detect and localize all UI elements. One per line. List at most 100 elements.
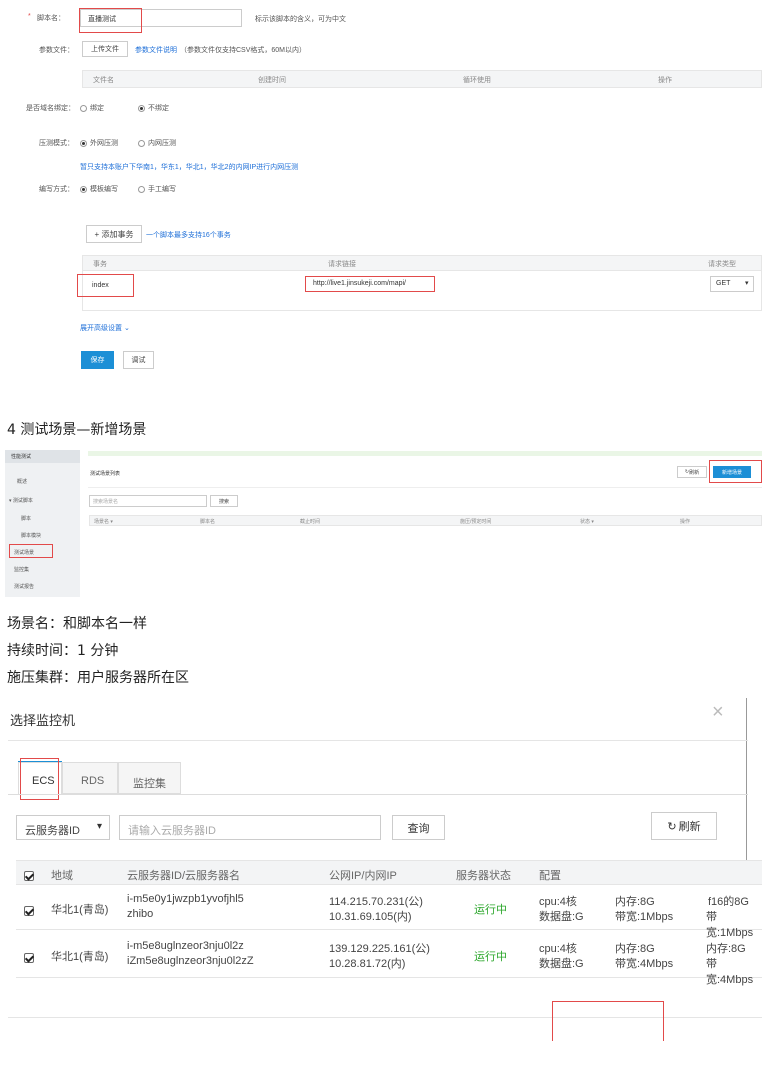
caret-down-icon: ▾ <box>745 280 749 287</box>
domain-bind-option-bind[interactable]: 绑定 <box>80 103 104 113</box>
scene-list-title: 测试场景列表 <box>90 471 121 477</box>
sidebar-item-perf[interactable]: 性能测试 <box>11 453 31 460</box>
mode-option-internal[interactable]: 内网压测 <box>138 138 176 148</box>
file-col-op: 操作 <box>658 77 672 84</box>
monitor-refresh-button[interactable]: ↻ 刷新 <box>651 812 717 840</box>
add-transaction-button[interactable]: + 添加事务 <box>86 225 142 243</box>
row-bandwidth-extra: 带宽:4Mbps <box>706 958 754 986</box>
banner-strip <box>88 451 762 456</box>
chevron-down-icon: ⌄ <box>123 325 130 332</box>
mode-notice: 暂只支持本账户下华南1，华东1，华北1，华北2的内网IP进行内网压测 <box>80 164 299 171</box>
scene-col-status: 状态 ▾ <box>580 519 594 525</box>
tx-col-method: 请求类型 <box>708 261 736 268</box>
col-server-id: 云服务器ID/云服务器名 <box>127 870 241 882</box>
divider <box>88 487 762 488</box>
row-server-name: iZm5e8uglnzeor3nju0l2zZ <box>127 955 254 967</box>
status-badge: 运行中 <box>474 904 507 916</box>
row-public-ip: 139.129.225.161(公) <box>329 943 430 955</box>
sidebar-item-script[interactable]: 脚本 <box>21 515 31 522</box>
file-col-created: 创建时间 <box>258 77 286 84</box>
scene-col-op: 操作 <box>680 519 691 525</box>
scene-refresh-button[interactable]: ↻ 刷新 <box>677 466 707 478</box>
scene-col-deadline: 截止时间 <box>300 519 321 525</box>
scene-search-input[interactable]: 搜索场景名 <box>89 495 207 507</box>
row-private-ip: 10.28.81.72(内) <box>329 958 406 970</box>
tx-name-input[interactable]: index <box>92 282 109 289</box>
scene-col-name: 场景名 ▾ <box>94 519 113 525</box>
scene-col-time: 施压/预定时间 <box>460 519 492 525</box>
dialog-title: 选择监控机 <box>10 713 76 728</box>
row-checkbox[interactable] <box>24 902 34 920</box>
row-cpu: cpu:4核 <box>539 943 577 955</box>
param-doc-note: （参数文件仅支持CSV格式，60M以内） <box>180 47 307 54</box>
checkbox-checked-icon <box>24 905 34 916</box>
param-doc-link[interactable]: 参数文件说明 <box>135 45 177 55</box>
row-checkbox[interactable] <box>24 949 34 967</box>
checkbox-checked-icon <box>24 870 34 881</box>
mode-option-external[interactable]: 外网压测 <box>80 138 118 148</box>
upload-file-button[interactable]: 上传文件 <box>82 41 128 57</box>
server-id-placeholder: 请输入云服务器ID <box>128 825 216 837</box>
tx-method-select[interactable]: GET ▾ <box>710 276 754 292</box>
row-server-id-link[interactable]: i-m5e8uglnzeor3nju0l2z <box>127 940 244 952</box>
debug-button[interactable]: 调试 <box>123 351 154 369</box>
search-field-select[interactable]: 云服务器ID ▾ <box>16 815 110 840</box>
select-all-checkbox[interactable] <box>24 867 34 885</box>
file-col-loop: 循环使用 <box>463 77 491 84</box>
write-option-template[interactable]: 模板编写 <box>80 184 118 194</box>
required-star: * <box>28 13 31 20</box>
scene-search-button[interactable]: 搜索 <box>210 495 238 507</box>
tx-col-url: 请求链接 <box>328 261 356 268</box>
sidebar-item-reports[interactable]: 测试报告 <box>14 583 34 590</box>
write-option-manual[interactable]: 手工编写 <box>138 184 176 194</box>
section-heading: 4 测试场景—新增场景 <box>7 422 147 438</box>
title-divider <box>8 740 748 741</box>
tab-rds[interactable]: RDS <box>62 762 118 794</box>
doc-line-cluster: 施压集群：用户服务器所在区 <box>7 670 189 686</box>
row-public-ip: 114.215.70.231(公) <box>329 896 423 908</box>
sidebar-item-monitor[interactable]: 监控集 <box>14 566 29 573</box>
doc-line-duration: 持续时间：1 分钟 <box>7 643 119 659</box>
domain-bind-label: 是否域名绑定： <box>26 105 75 112</box>
script-name-label: 脚本名： <box>37 15 65 22</box>
domain-bind-option-unbind[interactable]: 不绑定 <box>138 103 169 113</box>
col-ip: 公网IP/内网IP <box>329 870 397 882</box>
query-button[interactable]: 查询 <box>392 815 445 840</box>
table-row: 华北1(青岛) i-m5e0y1jwzpb1yvofjhl5 zhibo 114… <box>16 885 762 939</box>
save-button[interactable]: 保存 <box>81 351 114 369</box>
tx-url-input[interactable]: http://live1.jinsukeji.com/mapi/ <box>313 280 406 287</box>
refresh-icon: ↻ <box>667 820 677 833</box>
file-table-header: 文件名 创建时间 循环使用 操作 <box>82 70 762 88</box>
radio-icon <box>138 139 145 147</box>
file-col-name: 文件名 <box>93 77 114 84</box>
transaction-table-header: 事务 请求链接 请求类型 <box>82 255 762 271</box>
script-name-hint: 标示该脚本的含义，可为中文 <box>255 16 346 23</box>
row-memory-extra: 内存:8G <box>706 943 746 955</box>
server-table-header: 地域 云服务器ID/云服务器名 公网IP/内网IP 服务器状态 配置 <box>16 860 762 885</box>
sidebar-item-scripts[interactable]: ▾ 测试脚本 <box>9 497 33 504</box>
server-id-search-input[interactable]: 请输入云服务器ID <box>119 815 381 840</box>
row-bandwidth: 带宽:1Mbps <box>615 911 674 923</box>
row-memory: 内存:8G <box>615 943 655 955</box>
close-icon[interactable]: × <box>712 702 724 722</box>
tx-col-name: 事务 <box>93 261 107 268</box>
tab-divider <box>8 794 748 795</box>
row-cpu: cpu:4核 <box>539 896 577 908</box>
sidebar-item-module[interactable]: 脚本模块 <box>21 532 41 539</box>
confirm-button-highlight <box>552 1001 664 1041</box>
new-scene-button[interactable]: 新增场景 <box>713 466 751 478</box>
sidebar-item-overview[interactable]: 概述 <box>17 478 27 485</box>
caret-down-icon: ▾ <box>97 821 103 832</box>
row-region: 华北1(青岛) <box>51 951 109 963</box>
row-server-id-link[interactable]: i-m5e0y1jwzpb1yvofjhl5 <box>127 893 244 905</box>
row-private-ip: 10.31.69.105(内) <box>329 911 412 923</box>
advanced-settings-link[interactable]: 展开高级设置 ⌄ <box>80 323 130 333</box>
tab-monitor-set[interactable]: 监控集 <box>118 762 181 794</box>
script-name-input[interactable]: 直播测试 <box>88 14 116 24</box>
col-status: 服务器状态 <box>456 870 511 882</box>
tab-monitor-set-label: 监控集 <box>133 778 166 790</box>
tx-method-value: GET <box>716 280 731 287</box>
scene-search-placeholder: 搜索场景名 <box>93 499 119 505</box>
row-memory-extra: f16的8G <box>708 896 749 908</box>
row-bandwidth: 带宽:4Mbps <box>615 958 674 970</box>
